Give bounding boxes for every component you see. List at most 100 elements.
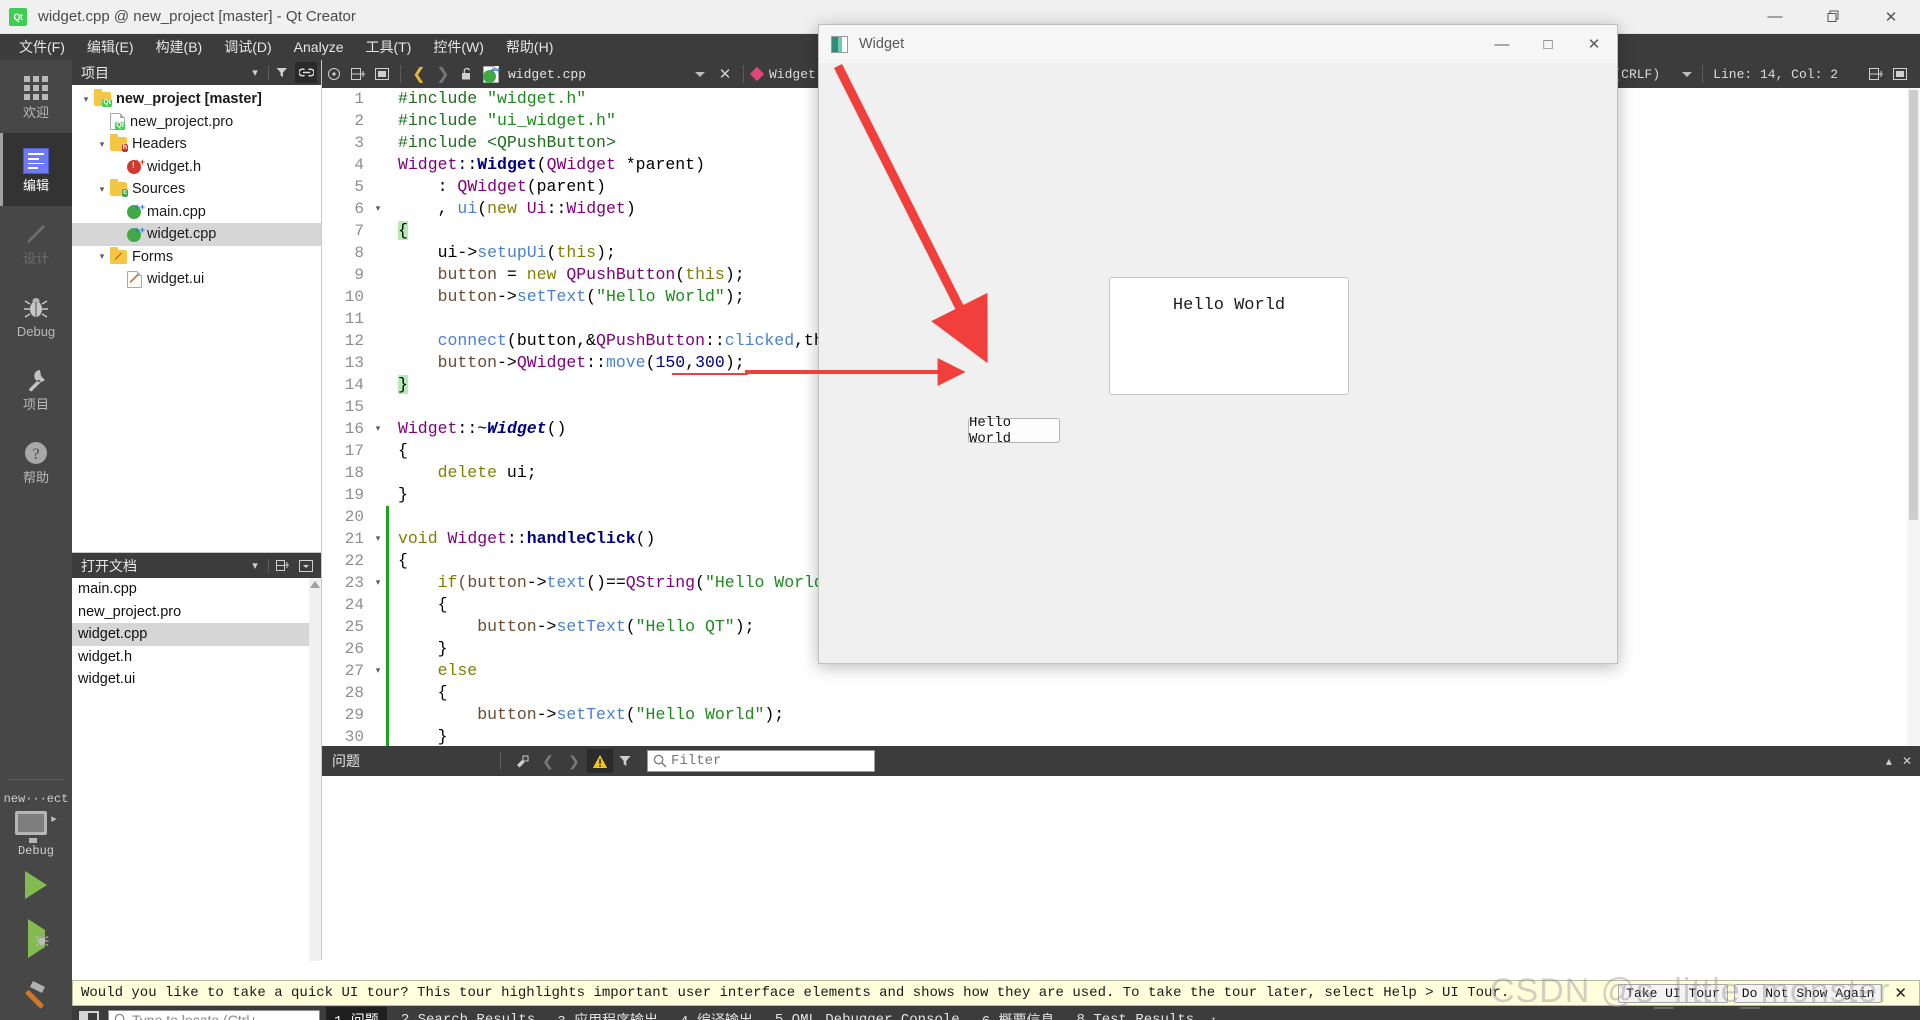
hello-world-button[interactable]: Hello World bbox=[968, 415, 1060, 447]
output-pane-test-results[interactable]: 8 Test Results bbox=[1069, 1009, 1203, 1020]
tree-item-sources[interactable]: ▾ c Sources bbox=[72, 178, 321, 201]
open-documents-header: 打开文档 ▾ bbox=[72, 553, 321, 578]
chevron-down-icon[interactable] bbox=[695, 71, 705, 77]
widget-icon bbox=[831, 35, 848, 53]
link-icon[interactable] bbox=[295, 62, 317, 83]
fold-arrow-icon[interactable]: ▾ bbox=[370, 660, 386, 682]
output-pane-overview[interactable]: 6 概要信息 bbox=[974, 1007, 1063, 1020]
debug-button[interactable] bbox=[0, 912, 72, 966]
issues-filter-input[interactable]: Filter bbox=[647, 750, 875, 772]
widget-maximize-button[interactable]: □ bbox=[1525, 25, 1571, 63]
bookmark-icon[interactable] bbox=[322, 60, 346, 88]
chevron-down-icon[interactable] bbox=[1682, 71, 1693, 77]
menu-edit[interactable]: 编辑(E) bbox=[76, 34, 145, 60]
clear-icon[interactable] bbox=[509, 749, 535, 773]
output-pane-updown-icon[interactable]: ↕ bbox=[1210, 1012, 1217, 1020]
restore-button[interactable] bbox=[1804, 0, 1862, 34]
menu-help[interactable]: 帮助(H) bbox=[495, 34, 564, 60]
menu-tools[interactable]: 工具(T) bbox=[354, 34, 422, 60]
warning-icon[interactable] bbox=[587, 749, 613, 773]
navigate-forward-button[interactable]: ❯ bbox=[431, 60, 455, 88]
tree-item-forms[interactable]: ▾ Forms bbox=[72, 246, 321, 269]
tree-item-widget-cpp[interactable]: ++ widget.cpp bbox=[72, 223, 321, 246]
search-icon bbox=[653, 754, 667, 768]
take-ui-tour-button[interactable]: Take UI Tour bbox=[1618, 983, 1728, 1003]
kit-selector[interactable]: new∙∙∙ect ▸ Debug bbox=[4, 788, 69, 858]
fold-arrow-icon[interactable]: ▾ bbox=[370, 572, 386, 594]
filter-icon[interactable] bbox=[613, 749, 639, 773]
menu-debug[interactable]: 调试(D) bbox=[213, 34, 282, 60]
tree-item-main-cpp[interactable]: ++ main.cpp bbox=[72, 201, 321, 224]
close-pane-button[interactable]: ✕ bbox=[1902, 754, 1912, 768]
menu-window[interactable]: 控件(W) bbox=[422, 34, 495, 60]
widget-minimize-button[interactable]: — bbox=[1479, 25, 1525, 63]
mode-debug[interactable]: Debug bbox=[0, 279, 72, 352]
tree-item-headers[interactable]: ▾ h Headers bbox=[72, 133, 321, 156]
mode-welcome[interactable]: 欢迎 bbox=[0, 60, 72, 133]
close-button[interactable]: ✕ bbox=[1862, 0, 1920, 34]
mode-help[interactable]: ? 帮助 bbox=[0, 425, 72, 498]
output-pane-search-results[interactable]: 2 Search Results bbox=[393, 1009, 543, 1020]
sidebar-toggle-icon[interactable] bbox=[79, 1011, 99, 1020]
build-button[interactable] bbox=[0, 966, 72, 1020]
menu-build[interactable]: 构建(B) bbox=[145, 34, 214, 60]
code-text: delete ui; bbox=[398, 463, 537, 482]
open-doc-item[interactable]: widget.cpp bbox=[72, 623, 321, 646]
previous-issue-button[interactable]: ❮ bbox=[535, 749, 561, 773]
output-pane-issues[interactable]: 1 问题 bbox=[326, 1007, 387, 1020]
split-icon[interactable] bbox=[271, 555, 293, 576]
navigate-back-button[interactable]: ❮ bbox=[407, 60, 431, 88]
split-editor-button[interactable] bbox=[1864, 60, 1888, 88]
tree-item-project[interactable]: ▾ Qt new_project [master] bbox=[72, 88, 321, 111]
split-icon[interactable] bbox=[346, 60, 370, 88]
do-not-show-again-button[interactable]: Do Not Show Again bbox=[1733, 983, 1883, 1003]
tree-item-widget-ui[interactable]: widget.ui bbox=[72, 268, 321, 291]
code-text: { bbox=[398, 595, 448, 614]
tree-item-widget-h[interactable]: ! ++ widget.h bbox=[72, 156, 321, 179]
chevron-down-icon[interactable]: ▾ bbox=[94, 184, 110, 195]
close-banner-button[interactable]: ✕ bbox=[1888, 984, 1913, 1003]
scrollbar-thumb[interactable] bbox=[1909, 90, 1918, 520]
line-number: 20 bbox=[344, 508, 364, 526]
fold-arrow-icon[interactable]: ▾ bbox=[370, 528, 386, 550]
minimize-button[interactable]: — bbox=[1746, 0, 1804, 34]
open-doc-item[interactable]: widget.h bbox=[72, 646, 321, 669]
unsplit-editor-button[interactable] bbox=[1888, 60, 1912, 88]
mode-projects[interactable]: 项目 bbox=[0, 352, 72, 425]
fold-arrow-icon[interactable]: ▾ bbox=[370, 198, 386, 220]
widget-close-button[interactable]: ✕ bbox=[1571, 25, 1617, 63]
chevron-down-icon[interactable]: ▾ bbox=[78, 94, 94, 105]
locator-input[interactable]: Type to locate (Ctrl+... bbox=[108, 1009, 320, 1020]
chevron-down-icon[interactable]: ▾ bbox=[244, 62, 266, 83]
tree-item-pro-file[interactable]: Qt new_project.pro bbox=[72, 111, 321, 134]
status-bar: Type to locate (Ctrl+... 1 问题 2 Search R… bbox=[72, 1006, 1920, 1020]
close-file-button[interactable]: ✕ bbox=[715, 65, 735, 84]
menu-file[interactable]: 文件(F) bbox=[8, 34, 76, 60]
menu-analyze[interactable]: Analyze bbox=[283, 36, 355, 58]
widget-dialog[interactable]: Widget — □ ✕ Hello World Hello World bbox=[818, 24, 1618, 664]
output-pane-qml-console[interactable]: 5 QML Debugger Console bbox=[767, 1009, 968, 1020]
output-pane-compile-output[interactable]: 4 编译输出 bbox=[672, 1007, 761, 1020]
open-doc-item[interactable]: main.cpp bbox=[72, 578, 321, 601]
open-doc-item[interactable]: widget.ui bbox=[72, 668, 321, 691]
output-pane-app-output[interactable]: 3 应用程序输出 bbox=[549, 1007, 666, 1020]
collapse-pane-button[interactable]: ▴ bbox=[1886, 754, 1892, 768]
unlock-icon[interactable] bbox=[455, 60, 479, 88]
scroll-up-arrow[interactable] bbox=[310, 581, 320, 588]
run-button[interactable] bbox=[0, 858, 72, 912]
open-documents-scrollbar[interactable] bbox=[309, 578, 321, 961]
filter-icon[interactable] bbox=[271, 62, 293, 83]
next-issue-button[interactable]: ❯ bbox=[561, 749, 587, 773]
mode-design[interactable]: 设计 bbox=[0, 206, 72, 279]
chevron-down-icon[interactable]: ▾ bbox=[94, 139, 110, 150]
editor-scrollbar[interactable] bbox=[1907, 88, 1920, 746]
menu-icon[interactable] bbox=[295, 555, 317, 576]
mode-edit[interactable]: 编辑 bbox=[0, 133, 72, 206]
file-ui-icon bbox=[127, 270, 142, 288]
unsplit-icon[interactable] bbox=[370, 60, 394, 88]
current-file-combo[interactable]: ++ widget.cpp ✕ bbox=[479, 62, 739, 86]
chevron-down-icon[interactable]: ▾ bbox=[244, 555, 266, 576]
open-doc-item[interactable]: new_project.pro bbox=[72, 601, 321, 624]
chevron-down-icon[interactable]: ▾ bbox=[94, 251, 110, 262]
fold-arrow-icon[interactable]: ▾ bbox=[370, 418, 386, 440]
